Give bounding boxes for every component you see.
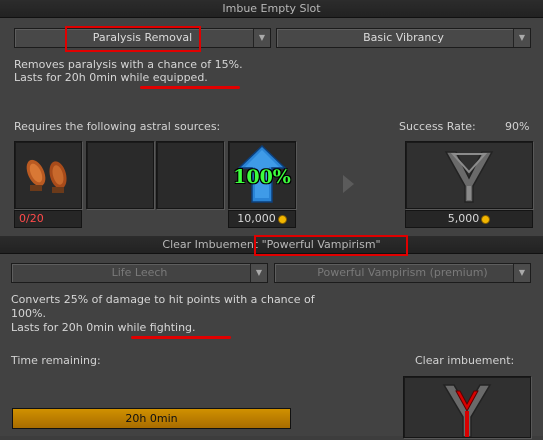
- time-remaining-value: 20h 0min: [125, 412, 178, 425]
- time-remaining-label: Time remaining:: [11, 354, 101, 367]
- empty-source-slot: [86, 141, 154, 209]
- imbue-panel: Imbue Empty Slot Paralysis Removal ▼ Bas…: [0, 0, 543, 236]
- clear-tier-value: Powerful Vampirism (premium): [317, 266, 488, 279]
- clear-type-value: Life Leech: [111, 266, 168, 279]
- clear-imbuement-label: Clear imbuement:: [415, 354, 515, 367]
- imbue-cost: 5,000: [405, 210, 533, 228]
- imbue-description-line-2: Lasts for 20h 0min while equipped.: [14, 71, 208, 84]
- time-remaining-bar: 20h 0min: [12, 408, 291, 429]
- clear-tier-select: Powerful Vampirism (premium) ▼: [274, 263, 531, 283]
- astral-source-slot[interactable]: [14, 141, 82, 209]
- protection-cost-value: 10,000: [237, 212, 276, 225]
- clear-description-line-1: Converts 25% of damage to hit points wit…: [11, 293, 315, 306]
- clear-imbuement-button[interactable]: [403, 376, 531, 438]
- success-rate-label: Success Rate:: [399, 120, 476, 133]
- chevron-down-icon: ▼: [250, 264, 267, 282]
- annotation-highlight-box: [65, 26, 201, 52]
- protection-charm-slot[interactable]: 100%: [228, 141, 296, 209]
- clear-title-prefix: Clear Imbuement: [162, 238, 262, 251]
- clear-description-line-2: 100%.: [11, 307, 46, 320]
- clear-type-select: Life Leech ▼: [11, 263, 268, 283]
- imbuement-tier-value: Basic Vibrancy: [363, 31, 444, 44]
- clear-description-line-3: Lasts for 20h 0min while fighting.: [11, 321, 196, 334]
- imbue-button[interactable]: [405, 141, 533, 209]
- imbuement-tier-select[interactable]: Basic Vibrancy ▼: [276, 28, 531, 48]
- clear-panel: Clear Imbuement "Powerful Vampirism" Lif…: [0, 235, 543, 438]
- gold-coin-icon: [277, 214, 287, 224]
- gold-coin-icon: [481, 214, 491, 224]
- astral-source-count: 0/20: [14, 210, 82, 228]
- imbue-description-line-1: Removes paralysis with a chance of 15%.: [14, 58, 243, 71]
- success-rate-value: 90%: [505, 120, 530, 133]
- imbuement-shrine-icon: [444, 151, 494, 203]
- imbuement-shrine-icon: [442, 384, 492, 438]
- protection-cost: 10,000: [228, 210, 296, 228]
- annotation-underline: [140, 86, 240, 89]
- chevron-down-icon: ▼: [513, 264, 530, 282]
- annotation-underline: [131, 336, 231, 339]
- requires-label: Requires the following astral sources:: [14, 120, 221, 133]
- annotation-highlight-box: [254, 235, 408, 256]
- imbue-title: Imbue Empty Slot: [0, 0, 543, 18]
- empty-source-slot: [156, 141, 224, 209]
- chevron-down-icon: ▼: [253, 29, 270, 47]
- imbue-cost-value: 5,000: [447, 212, 480, 225]
- chevron-down-icon: ▼: [513, 29, 530, 47]
- protection-percent: 100%: [233, 166, 291, 188]
- chevron-right-icon: [343, 175, 354, 193]
- fiery-heart-icon: [26, 159, 67, 193]
